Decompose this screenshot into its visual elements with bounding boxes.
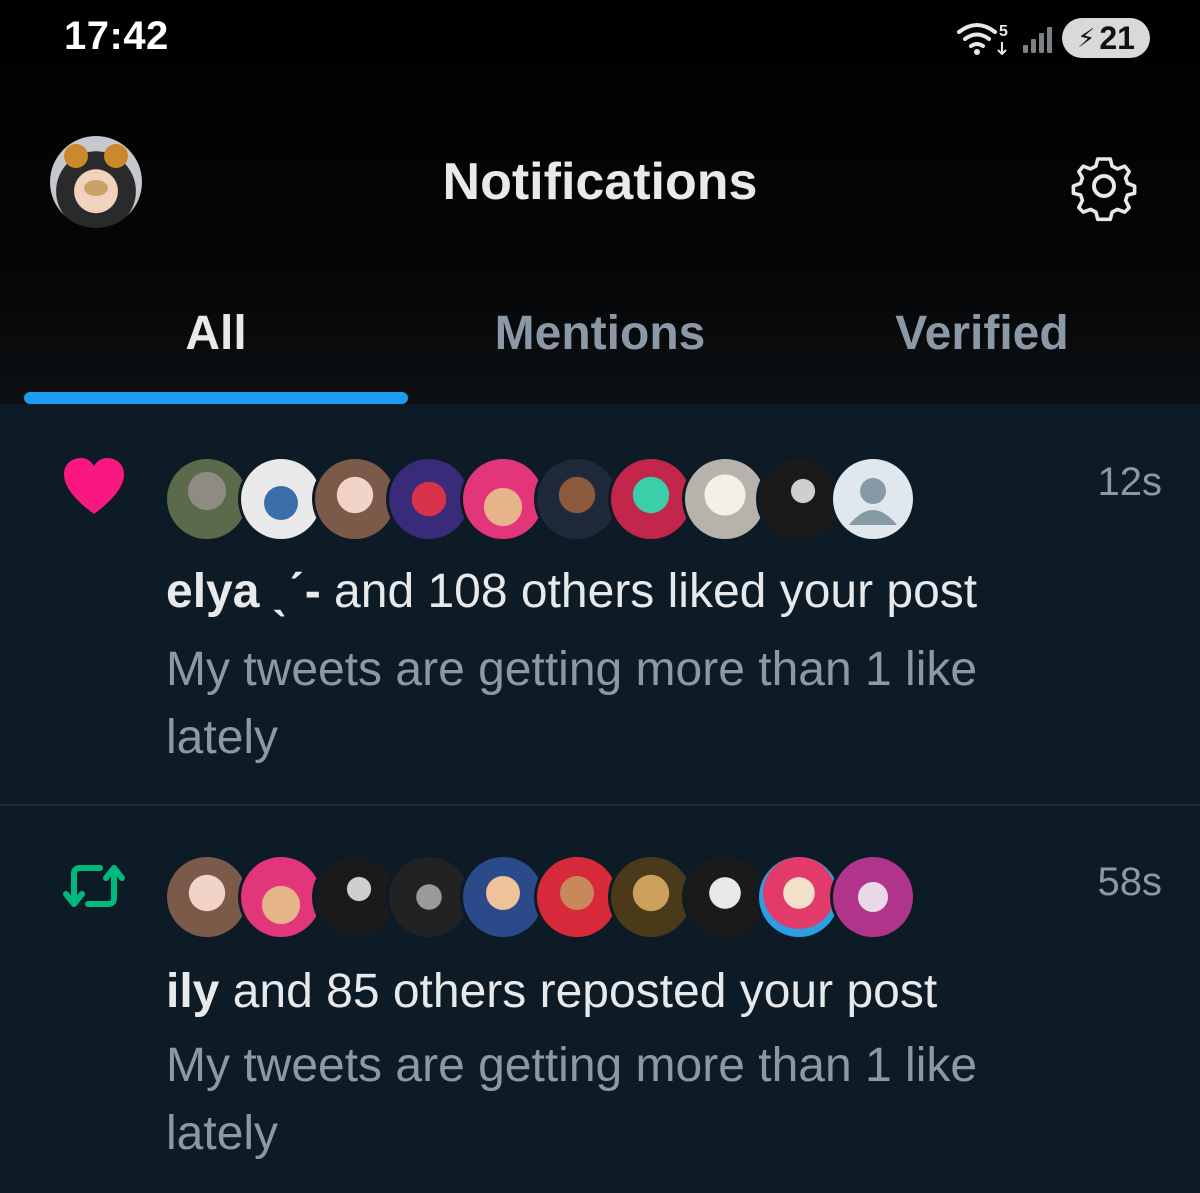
avatar[interactable] — [830, 854, 916, 940]
signal-icon — [1023, 23, 1052, 53]
notification-feed[interactable]: 12s elya ˎˊ- and 108 others liked your p… — [0, 404, 1200, 1193]
action-text: and 108 others liked your post — [320, 565, 978, 618]
default-avatar[interactable] — [830, 456, 916, 542]
wifi-icon: 5 — [955, 18, 1013, 58]
top-bar: 17:42 5 ⚡ 21 Notifications All Mentions … — [0, 0, 1200, 404]
battery-indicator: ⚡ 21 — [1062, 18, 1150, 58]
heart-icon — [60, 454, 128, 522]
tab-all[interactable]: All — [16, 300, 416, 404]
tab-verified[interactable]: Verified — [782, 300, 1182, 404]
post-snippet[interactable]: My tweets are getting more than 1 like l… — [166, 636, 1046, 772]
notification-headline[interactable]: elya ˎˊ- and 108 others liked your post — [166, 564, 977, 619]
actor-name[interactable]: ily — [166, 965, 219, 1018]
network-label: 5 — [999, 23, 1008, 40]
notification-time: 58s — [1097, 860, 1163, 904]
active-tab-indicator — [24, 392, 408, 404]
battery-level: 21 — [1099, 19, 1135, 56]
tab-mentions[interactable]: Mentions — [400, 300, 800, 404]
charging-icon: ⚡ — [1077, 22, 1096, 53]
status-icons: 5 ⚡ 21 — [955, 18, 1150, 58]
gear-icon[interactable] — [1068, 150, 1140, 222]
action-text: and 85 others reposted your post — [219, 965, 938, 1018]
tab-bar: All Mentions Verified — [0, 300, 1200, 404]
post-snippet[interactable]: My tweets are getting more than 1 like l… — [166, 1032, 1046, 1168]
notification-time: 12s — [1097, 460, 1163, 504]
actor-name[interactable]: elya ˎˊ- — [166, 565, 321, 618]
repost-icon — [60, 852, 128, 920]
page-title: Notifications — [442, 153, 758, 211]
notification-headline[interactable]: ily and 85 others reposted your post — [166, 964, 937, 1019]
status-time: 17:42 — [64, 14, 169, 58]
screen: 17:42 5 ⚡ 21 Notifications All Mentions … — [0, 0, 1200, 1193]
